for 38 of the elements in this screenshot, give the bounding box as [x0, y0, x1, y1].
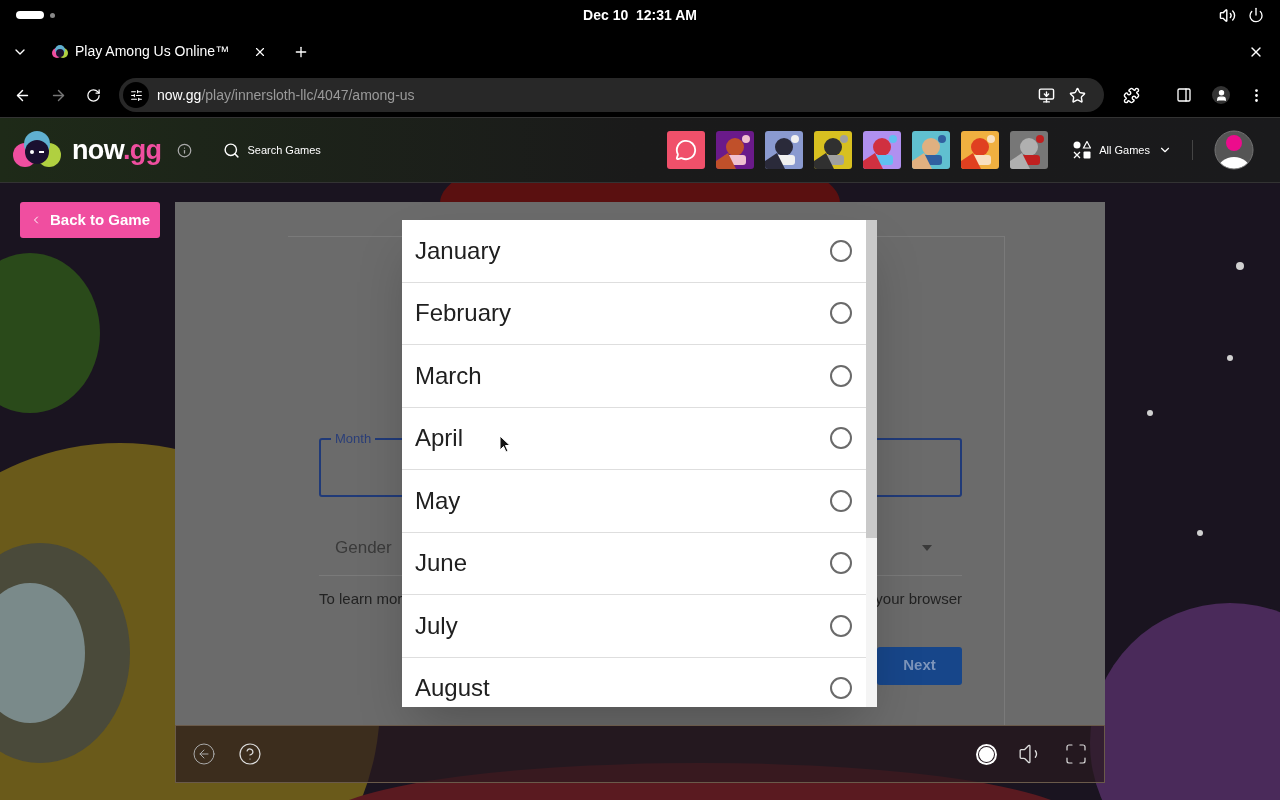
radio-button[interactable]	[830, 364, 852, 387]
site-logo-text[interactable]: now.gg	[72, 129, 162, 171]
radio-button[interactable]	[830, 677, 852, 700]
site-info-icon[interactable]	[123, 82, 149, 108]
radio-button[interactable]	[830, 239, 852, 262]
profile-icon[interactable]	[1212, 86, 1230, 104]
reload-icon[interactable]	[86, 87, 101, 103]
radio-button[interactable]	[830, 302, 852, 325]
activities-indicator[interactable]	[16, 11, 55, 19]
nowgg-logo-icon[interactable]	[13, 130, 61, 170]
radio-button[interactable]	[830, 614, 852, 637]
dropdown-caret-icon	[922, 545, 932, 551]
back-circle-icon[interactable]	[192, 742, 216, 766]
all-games-dropdown[interactable]: All Games	[1073, 141, 1172, 159]
scrollbar[interactable]	[866, 220, 877, 707]
address-bar[interactable]: now.gg/play/innersloth-llc/4047/among-us	[119, 78, 1104, 112]
info-icon[interactable]	[177, 142, 193, 158]
site-favicon-icon	[52, 44, 68, 59]
notice-text: To learn mor	[319, 589, 403, 609]
fullscreen-icon[interactable]	[1064, 742, 1088, 766]
radio-button[interactable]	[830, 552, 852, 575]
power-icon[interactable]	[1248, 7, 1264, 23]
avatar-icon[interactable]	[1214, 130, 1254, 170]
date-time[interactable]: Dec 10 12:31 AM	[583, 4, 697, 26]
side-panel-icon[interactable]	[1176, 87, 1192, 103]
radio-button[interactable]	[830, 489, 852, 512]
help-icon[interactable]	[238, 742, 262, 766]
bookmark-star-icon[interactable]	[1069, 86, 1086, 104]
shapes-icon	[1073, 141, 1092, 159]
record-icon[interactable]	[976, 743, 997, 765]
volume-icon[interactable]	[1219, 6, 1236, 24]
install-app-icon[interactable]	[1038, 86, 1055, 104]
chat-app-icon[interactable]	[667, 131, 706, 169]
mouse-cursor-icon	[499, 435, 511, 453]
radio-button[interactable]	[830, 427, 852, 450]
extensions-icon[interactable]	[1123, 86, 1140, 104]
search-icon	[223, 141, 241, 159]
search-field[interactable]: Search Games	[223, 141, 321, 159]
